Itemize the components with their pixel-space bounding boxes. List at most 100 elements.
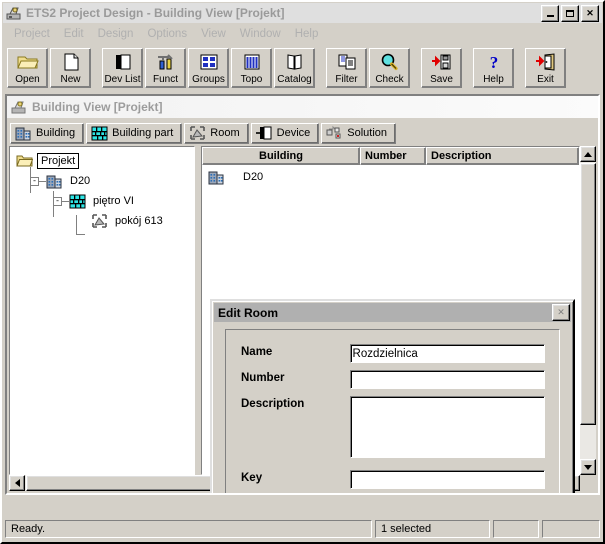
- description-textarea[interactable]: [349, 396, 545, 458]
- project-tree: Projekt - D20 - piętro VI pokój 613: [10, 147, 194, 235]
- chevron-left-icon: [14, 479, 20, 487]
- svg-text:?: ?: [489, 53, 498, 71]
- table-row[interactable]: D20: [202, 165, 579, 189]
- tab-label-solution: Solution: [347, 127, 388, 139]
- menu-item-design[interactable]: Design: [91, 26, 141, 42]
- column-header-number[interactable]: Number: [360, 147, 426, 165]
- close-button[interactable]: ✕: [581, 4, 599, 22]
- field-row-description: Description: [241, 396, 545, 458]
- menu-item-window[interactable]: Window: [233, 26, 288, 42]
- building-view-icon: [11, 99, 27, 115]
- toolbar-button-dev-list[interactable]: Dev List: [102, 47, 143, 88]
- minimize-button[interactable]: [541, 4, 559, 22]
- tab-room[interactable]: Room: [184, 122, 249, 144]
- question-help-icon: ?: [482, 51, 506, 73]
- label-name: Name: [241, 346, 273, 358]
- close-icon: ✕: [586, 7, 594, 18]
- close-icon: ✕: [557, 307, 565, 317]
- status-panel-3: [493, 520, 539, 538]
- menu-item-project[interactable]: Project: [7, 26, 57, 42]
- application-window: ETS2 Project Design - Building View [Pro…: [0, 0, 605, 544]
- toolbar-group-file: Open New: [5, 47, 93, 89]
- toolbar-button-catalog[interactable]: Catalog: [274, 47, 315, 88]
- toolbar-group-save: Save: [419, 47, 464, 89]
- toolbar-label-save: Save: [430, 73, 453, 85]
- dialog-title: Edit Room: [218, 305, 278, 320]
- tree-expander-pietro-vi[interactable]: -: [53, 196, 62, 206]
- toolbar-group-help: ? Help: [471, 47, 516, 89]
- toolbar-button-exit[interactable]: Exit: [525, 47, 566, 88]
- toolbar-button-groups[interactable]: Groups: [188, 47, 229, 88]
- toolbar-button-new[interactable]: New: [50, 47, 91, 88]
- scroll-down-button[interactable]: [580, 459, 596, 475]
- name-input[interactable]: [349, 344, 545, 363]
- topology-table-icon: [240, 51, 264, 73]
- tab-device[interactable]: Device: [250, 122, 320, 144]
- catalog-book-icon: [283, 51, 307, 73]
- status-selection: 1 selected: [375, 520, 490, 538]
- toolbar-group-tools: Filter Check: [324, 47, 412, 89]
- key-input[interactable]: [349, 470, 545, 489]
- toolbar-button-open[interactable]: Open: [7, 47, 48, 88]
- toolbar-label-help: Help: [483, 73, 504, 85]
- toolbar-label-funct: Funct: [152, 73, 178, 85]
- exit-door-icon: [534, 51, 558, 73]
- vscroll-thumb[interactable]: [580, 163, 596, 425]
- toolbar-group-data: Dev List Funct Groups Topo Catalog: [100, 47, 317, 89]
- toolbar-label-groups: Groups: [192, 73, 225, 85]
- toolbar-label-check: Check: [375, 73, 404, 85]
- mdi-client-area: Building View [Projekt] Building Buildin…: [5, 94, 600, 495]
- tab-label-building: Building: [36, 127, 76, 139]
- toolbar-label-catalog: Catalog: [277, 73, 312, 85]
- number-input[interactable]: [349, 370, 545, 389]
- solution-icon: [326, 125, 343, 141]
- scroll-up-button[interactable]: [580, 146, 596, 162]
- toolbar-label-new: New: [60, 73, 81, 85]
- toolbar-button-save[interactable]: Save: [421, 47, 462, 88]
- toolbar-button-funct[interactable]: Funct: [145, 47, 186, 88]
- menu-item-view[interactable]: View: [194, 26, 233, 42]
- toolbar-button-help[interactable]: ? Help: [473, 47, 514, 88]
- child-window-title-bar: Building View [Projekt]: [7, 96, 598, 118]
- view-tabstrip: Building Building part Room Device Solut…: [7, 118, 598, 146]
- tree-connector: [62, 200, 69, 202]
- filter-icon: [335, 51, 359, 73]
- toolbar-button-topo[interactable]: Topo: [231, 47, 272, 88]
- tab-label-room: Room: [210, 127, 240, 139]
- function-tools-icon: [154, 51, 178, 73]
- menu-item-edit[interactable]: Edit: [57, 26, 91, 42]
- vertical-scrollbar[interactable]: [580, 146, 596, 475]
- column-header-description[interactable]: Description: [426, 147, 579, 165]
- building-icon: [15, 125, 32, 141]
- menu-item-help[interactable]: Help: [288, 26, 326, 42]
- list-header: Building Number Description: [202, 147, 579, 165]
- tree-pane[interactable]: Projekt - D20 - piętro VI pokój 613: [9, 146, 195, 475]
- tab-building-part[interactable]: Building part: [86, 122, 183, 144]
- tab-building[interactable]: Building: [10, 122, 85, 144]
- tree-node-projekt[interactable]: Projekt: [16, 151, 194, 171]
- maximize-button[interactable]: [561, 4, 579, 22]
- column-header-building[interactable]: Building: [202, 147, 360, 165]
- toolbar-button-filter[interactable]: Filter: [326, 47, 367, 88]
- toolbar-group-exit: Exit: [523, 47, 568, 89]
- label-key: Key: [241, 472, 263, 484]
- room-icon: [189, 125, 206, 141]
- dialog-close-button[interactable]: ✕: [552, 304, 570, 321]
- scroll-left-button[interactable]: [9, 475, 25, 491]
- tree-node-pokoj-613[interactable]: pokój 613: [16, 211, 194, 231]
- field-row-key: Key: [241, 470, 545, 489]
- building-icon: [46, 173, 63, 189]
- tree-label-pokoj-613: pokój 613: [115, 215, 163, 227]
- tree-node-pietro-vi[interactable]: - piętro VI: [16, 191, 194, 211]
- toolbar-label-topo: Topo: [240, 73, 263, 85]
- menu-item-options[interactable]: Options: [140, 26, 194, 42]
- toolbar-button-check[interactable]: Check: [369, 47, 410, 88]
- tab-solution[interactable]: Solution: [321, 122, 397, 144]
- tree-expander-d20[interactable]: -: [30, 176, 39, 186]
- label-number: Number: [241, 372, 285, 384]
- tree-node-d20[interactable]: - D20: [16, 171, 194, 191]
- cell-building: D20: [243, 171, 264, 183]
- edit-room-dialog: Edit Room ✕ Name Number Descri: [210, 299, 575, 493]
- toolbar-label-dev-list: Dev List: [104, 73, 141, 85]
- save-disk-icon: [430, 51, 454, 73]
